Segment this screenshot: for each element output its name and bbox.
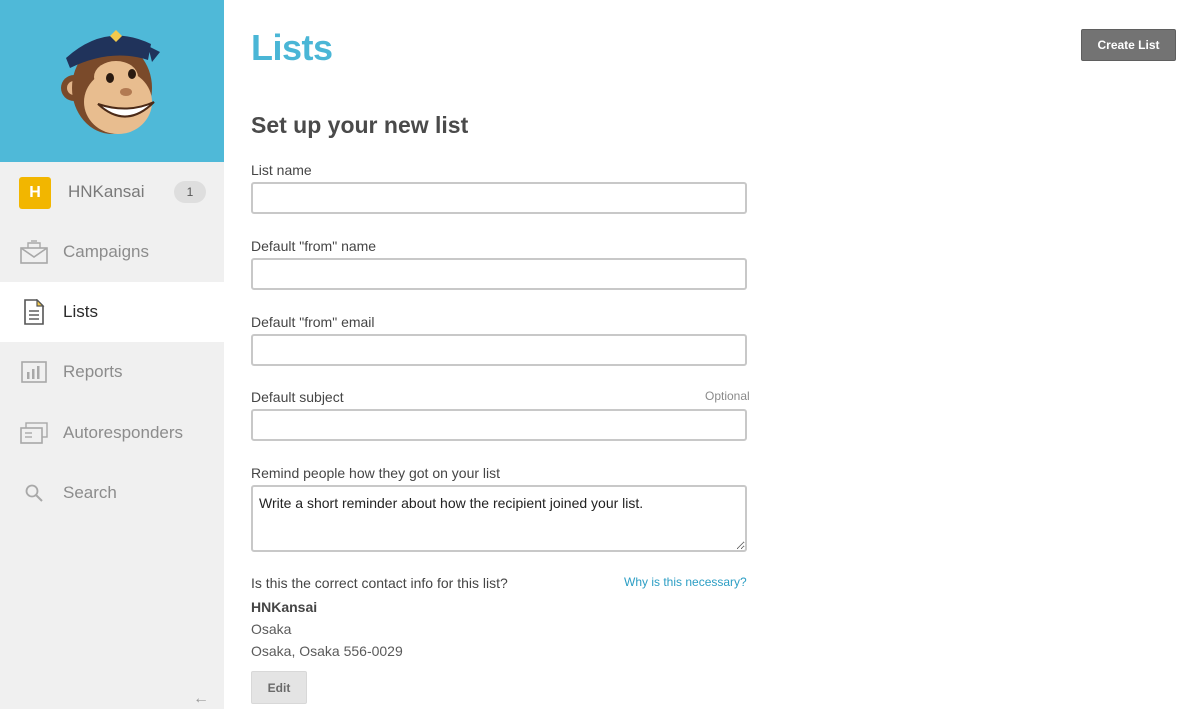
sidebar-item-campaigns[interactable]: Campaigns [0, 222, 224, 282]
contact-question: Is this the correct contact info for thi… [251, 575, 508, 591]
sidebar-item-autoresponders[interactable]: Autoresponders [0, 403, 224, 463]
create-list-button[interactable]: Create List [1081, 29, 1176, 61]
sidebar-item-label: Lists [63, 302, 98, 321]
reminder-label: Remind people how they got on your list [251, 465, 501, 481]
sidebar: H HNKansai 1 Campaigns Lists Reports Aut… [0, 0, 224, 709]
envelope-icon [20, 238, 48, 266]
edit-contact-button[interactable]: Edit [251, 671, 307, 704]
optional-hint: Optional [705, 389, 750, 403]
collapse-sidebar-icon[interactable]: ← [193, 690, 209, 708]
list-name-input[interactable] [251, 182, 747, 214]
from-name-label: Default "from" name [251, 238, 377, 254]
subject-input[interactable] [251, 409, 747, 441]
chimp-logo-icon[interactable] [56, 22, 166, 140]
account-name: HNKansai [68, 182, 145, 201]
section-title: Set up your new list [251, 112, 469, 138]
search-icon [20, 479, 48, 507]
from-email-label: Default "from" email [251, 314, 375, 330]
from-email-input[interactable] [251, 334, 747, 366]
stacked-mail-icon [20, 419, 48, 447]
list-name-label: List name [251, 162, 312, 178]
sidebar-item-reports[interactable]: Reports [0, 342, 224, 402]
sidebar-item-search[interactable]: Search [0, 463, 224, 523]
subject-label: Default subject [251, 389, 344, 405]
account-avatar: H [19, 177, 51, 209]
reminder-textarea[interactable]: Write a short reminder about how the rec… [251, 485, 747, 552]
contact-address-line2: Osaka, Osaka 556-0029 [251, 643, 403, 659]
document-icon [20, 298, 48, 326]
sidebar-item-label: Autoresponders [63, 423, 184, 442]
account-switcher[interactable]: H HNKansai 1 [0, 162, 224, 222]
bar-chart-icon [20, 358, 48, 386]
why-necessary-link[interactable]: Why is this necessary? [624, 575, 747, 589]
contact-address-line1: Osaka [251, 621, 292, 637]
notification-badge[interactable]: 1 [174, 181, 206, 203]
page-title: Lists [251, 27, 333, 68]
sidebar-item-lists[interactable]: Lists [0, 282, 224, 342]
logo-area [0, 0, 224, 162]
from-name-input[interactable] [251, 258, 747, 290]
sidebar-item-label: Campaigns [63, 242, 149, 261]
sidebar-item-label: Reports [63, 362, 123, 381]
sidebar-item-label: Search [63, 483, 117, 502]
contact-name: HNKansai [251, 599, 318, 615]
